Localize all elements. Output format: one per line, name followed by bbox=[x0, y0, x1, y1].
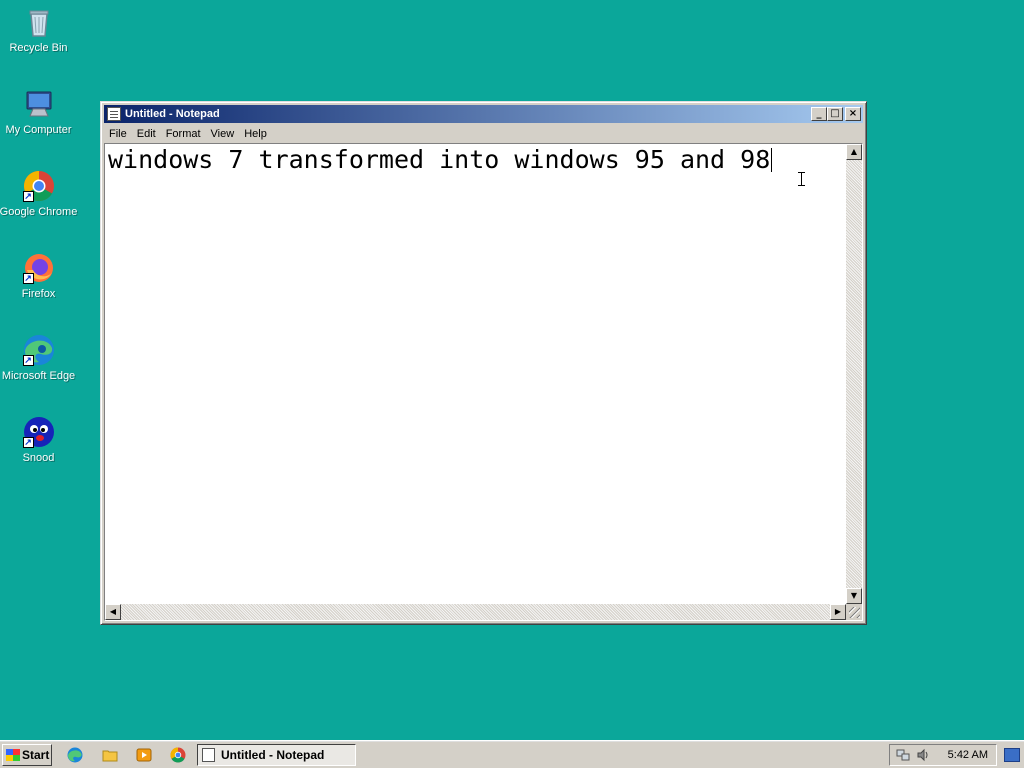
desktop-icon-label: Google Chrome bbox=[0, 206, 78, 218]
show-desktop-icon[interactable] bbox=[1004, 748, 1020, 762]
scroll-up-button[interactable]: ▲ bbox=[846, 144, 862, 160]
minimize-button[interactable]: _ bbox=[811, 107, 827, 121]
desktop-icon-label: Recycle Bin bbox=[9, 42, 68, 54]
notepad-window[interactable]: Untitled - Notepad _ □ × File Edit Forma… bbox=[100, 101, 867, 625]
maximize-button[interactable]: □ bbox=[827, 107, 843, 121]
system-tray: 5:42 AM bbox=[889, 744, 997, 766]
desktop-icon-label: Snood bbox=[22, 452, 55, 464]
start-button[interactable]: Start bbox=[2, 744, 52, 766]
text-caret bbox=[771, 148, 773, 172]
taskbar-button-label: Untitled - Notepad bbox=[221, 748, 325, 762]
editor-text: windows 7 transformed into windows 95 an… bbox=[108, 145, 771, 174]
windows-flag-icon bbox=[6, 749, 20, 761]
menu-help[interactable]: Help bbox=[239, 128, 272, 140]
clock[interactable]: 5:42 AM bbox=[948, 749, 988, 761]
scroll-right-button[interactable]: ▶ bbox=[830, 604, 846, 620]
desktop-icon-snood[interactable]: ↗ Snood bbox=[0, 416, 77, 464]
scroll-left-button[interactable]: ◀ bbox=[105, 604, 121, 620]
editor-text-line: windows 7 transformed into windows 95 an… bbox=[108, 145, 773, 174]
volume-icon[interactable] bbox=[916, 748, 930, 762]
menu-format[interactable]: Format bbox=[161, 128, 206, 140]
desktop-icon-recycle-bin[interactable]: Recycle Bin bbox=[0, 6, 77, 54]
chrome-icon[interactable] bbox=[170, 747, 186, 763]
title-bar[interactable]: Untitled - Notepad _ □ × bbox=[104, 105, 863, 123]
taskbar-button-notepad[interactable]: Untitled - Notepad bbox=[197, 744, 356, 766]
scroll-down-button[interactable]: ▼ bbox=[846, 588, 862, 604]
notepad-icon[interactable] bbox=[107, 107, 121, 121]
notepad-icon bbox=[202, 748, 215, 762]
computer-icon bbox=[23, 88, 55, 120]
network-icon[interactable] bbox=[896, 748, 910, 762]
media-player-icon[interactable] bbox=[136, 747, 152, 763]
menu-view[interactable]: View bbox=[206, 128, 240, 140]
recycle-bin-icon bbox=[23, 6, 55, 38]
text-editor[interactable]: windows 7 transformed into windows 95 an… bbox=[104, 143, 863, 621]
close-button[interactable]: × bbox=[845, 107, 861, 121]
chrome-icon: ↗ bbox=[22, 170, 55, 202]
scrollbar-corner bbox=[846, 604, 862, 620]
desktop-icon-microsoft-edge[interactable]: ↗ Microsoft Edge bbox=[0, 334, 77, 382]
desktop-icon-my-computer[interactable]: My Computer bbox=[0, 88, 77, 136]
edge-icon[interactable] bbox=[67, 747, 83, 763]
vertical-scrollbar[interactable]: ▲ ▼ bbox=[846, 144, 862, 604]
menu-file[interactable]: File bbox=[104, 128, 132, 140]
horizontal-scrollbar[interactable]: ◀ ▶ bbox=[105, 604, 846, 620]
snood-icon: ↗ bbox=[22, 416, 55, 448]
edge-icon: ↗ bbox=[22, 334, 55, 366]
menu-bar: File Edit Format View Help bbox=[104, 124, 863, 143]
start-label: Start bbox=[22, 748, 50, 762]
ibeam-cursor-icon bbox=[798, 172, 806, 186]
resize-grip-icon[interactable] bbox=[849, 607, 860, 618]
desktop-icon-label: My Computer bbox=[5, 124, 72, 136]
desktop-icon-label: Firefox bbox=[21, 288, 56, 300]
desktop-icon-firefox[interactable]: ↗ Firefox bbox=[0, 252, 77, 300]
menu-edit[interactable]: Edit bbox=[132, 128, 161, 140]
window-title: Untitled - Notepad bbox=[125, 108, 220, 120]
desktop-icon-google-chrome[interactable]: ↗ Google Chrome bbox=[0, 170, 77, 218]
firefox-icon: ↗ bbox=[22, 252, 55, 284]
desktop-icon-label: Microsoft Edge bbox=[1, 370, 76, 382]
taskbar: Start Untitled - Notepad 5:42 AM bbox=[0, 740, 1024, 768]
folder-icon[interactable] bbox=[102, 747, 118, 763]
